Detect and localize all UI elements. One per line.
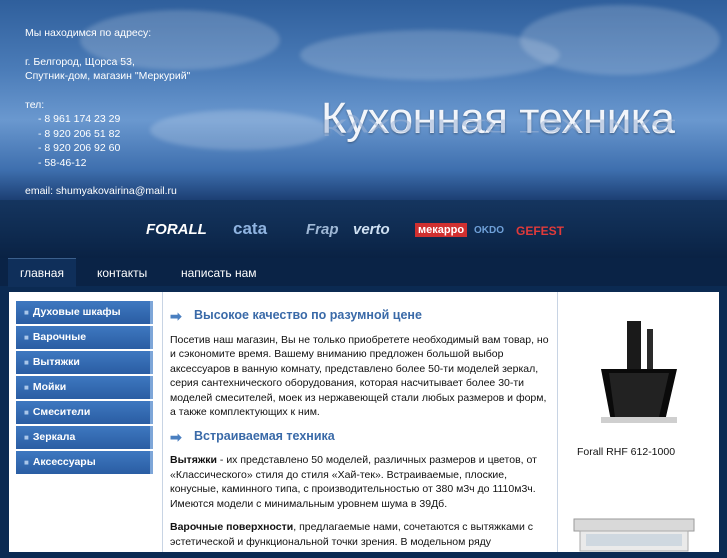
paragraph: Посетив наш магазин, Вы не только приобр… [170, 333, 549, 419]
address-line-2: Спутник-дом, магазин "Меркурий" [25, 70, 191, 83]
paragraph-bold: Вытяжки [170, 454, 217, 466]
section-heading: ➡ Встраиваемая техника [170, 429, 550, 444]
site-title-reflection: Кухонная техника [321, 114, 675, 141]
brand-logo-gefest: GEFEST [516, 224, 565, 238]
section-heading: ➡ Высокое качество по разумной цене [170, 308, 550, 323]
bullet-icon: ■ [24, 308, 29, 317]
brand-logo-okdo: OKDO [474, 225, 504, 236]
product-image-hood[interactable] [581, 321, 687, 425]
bullet-icon: ■ [24, 383, 29, 392]
phone-label: тел: [25, 99, 45, 112]
bullet-icon: ■ [24, 333, 29, 342]
header-banner: Мы находимся по адресу: г. Белгород, Щор… [0, 0, 727, 200]
email-text[interactable]: email: shumyakovairina@mail.ru [25, 184, 190, 198]
content-area: ■Духовые шкафы ■Варочные поверхности ■Вы… [9, 292, 719, 552]
brand-logo-frap: Frap [306, 221, 339, 238]
product-caption: Forall RHF 612-1000 [577, 446, 676, 458]
sidebar-item-mirrors[interactable]: ■ Зеркала [16, 426, 153, 449]
divider [557, 292, 558, 552]
paragraph: Вытяжки - их представлено 50 моделей, ра… [170, 453, 550, 511]
product-image-hob[interactable] [566, 514, 701, 554]
brand-logo-cata: cata [233, 219, 268, 238]
bullet-icon: ■ [24, 358, 29, 367]
brand-logo-verto: verto [353, 221, 390, 238]
sidebar-item-mixers[interactable]: ■ Смесители [16, 401, 153, 424]
sidebar-item-label: Зеркала [32, 431, 76, 443]
top-nav: главная контакты написать нам [0, 258, 727, 287]
contact-info: Мы находимся по адресу: г. Белгород, Щор… [25, 26, 190, 199]
sidebar-item-hobs[interactable]: ■Варочные поверхности [16, 326, 153, 366]
sidebar-item-hoods[interactable]: ■ Вытяжки [16, 351, 153, 374]
section-heading-text: Встраиваемая техника [194, 428, 335, 443]
main-content: ➡ Высокое качество по разумной цене Посе… [170, 302, 550, 558]
arrow-right-icon: ➡ [170, 308, 182, 324]
nav-write-us[interactable]: написать нам [181, 266, 257, 280]
bullet-icon: ■ [24, 408, 29, 417]
arrow-right-icon: ➡ [170, 428, 182, 445]
phone-number: - 8 920 206 92 60 [38, 142, 121, 155]
address-label: Мы находимся по адресу: [25, 27, 152, 39]
sidebar-item-label: Вытяжки [32, 356, 80, 368]
nav-home[interactable]: главная [8, 258, 76, 287]
sidebar-item-accessories[interactable]: ■ Аксессуары [16, 451, 153, 474]
brand-logo-mekappo: мекарро [415, 223, 468, 237]
nav-contacts[interactable]: контакты [97, 266, 147, 280]
paragraph-bold: Варочные поверхности [170, 521, 294, 533]
bullet-icon: ■ [24, 458, 29, 467]
sidebar-item-sinks[interactable]: ■ Мойки [16, 376, 153, 399]
paragraph-text: - их представлено 50 моделей, различных … [170, 454, 537, 510]
brand-logo-forall: FORALL [146, 221, 207, 238]
divider [162, 292, 163, 552]
sidebar-item-ovens[interactable]: ■ Духовые шкафы [16, 301, 153, 324]
section-heading-text: Высокое качество по разумной цене [194, 308, 422, 322]
address-line: г. Белгород, Щорса 53, [25, 55, 135, 68]
phone-number: - 58-46-12 [38, 156, 87, 169]
nav-home-label: главная [20, 266, 64, 280]
sidebar-item-label: Мойки [32, 381, 67, 393]
phone-number: - 8 961 174 23 29 [38, 113, 121, 126]
sidebar-menu: ■Духовые шкафы ■Варочные поверхности ■Вы… [16, 301, 153, 476]
bullet-icon: ■ [24, 433, 29, 442]
sidebar-item-label: Аксессуары [32, 456, 96, 468]
brand-logos-bar: FORALL cata Frap verto мекарро OKDO GEFE… [0, 200, 727, 258]
phone-number: - 8 920 206 51 82 [38, 127, 121, 140]
sidebar-item-label: Смесители [32, 406, 91, 418]
sidebar-item-label: Духовые шкафы [32, 306, 121, 318]
